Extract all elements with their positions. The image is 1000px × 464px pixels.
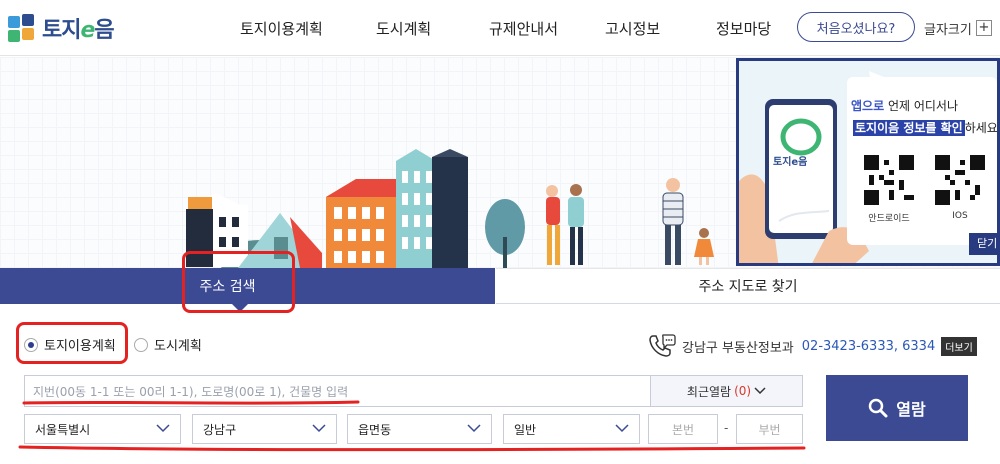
qr-android-icon[interactable] bbox=[864, 155, 914, 205]
open-button-label: 열람 bbox=[896, 400, 926, 419]
logo-mark-icon bbox=[8, 14, 36, 42]
recent-views-dropdown[interactable]: 최근열람 (0) bbox=[650, 375, 803, 407]
site-logo[interactable]: 토지e음 bbox=[8, 12, 115, 44]
app-promo-popup: 토지e음 앱으로 언제 어디서나 토지이음 정보를 확인 하세요 안드로이드 IO… bbox=[736, 58, 1000, 266]
select-land-type-value: 일반 bbox=[514, 422, 537, 437]
radio-checked-icon bbox=[24, 337, 38, 352]
select-sigungu[interactable]: 강남구 bbox=[192, 414, 337, 444]
chevron-down-icon bbox=[754, 387, 766, 395]
select-sido[interactable]: 서울특별시 bbox=[24, 414, 181, 444]
nav-urban-plan[interactable]: 도시계획 bbox=[376, 18, 431, 39]
chevron-down-icon bbox=[312, 424, 326, 433]
nav-land-use-plan[interactable]: 토지이용계획 bbox=[240, 18, 323, 39]
select-eupmyeondong[interactable]: 읍면동 bbox=[347, 414, 492, 444]
annotation-underline-selects bbox=[18, 445, 806, 452]
phone-app-logo: 토지e음 bbox=[773, 157, 808, 168]
more-button[interactable]: 더보기 bbox=[941, 336, 977, 356]
nav-notice-info[interactable]: 고시정보 bbox=[605, 18, 660, 39]
qr-android-label: 안드로이드 bbox=[868, 214, 910, 224]
font-size-label: 글자크기 bbox=[924, 23, 972, 38]
site-header: 토지e음 토지이용계획 도시계획 규제안내서 고시정보 정보마당 처음오셨나요?… bbox=[0, 0, 1000, 56]
tab-address-search[interactable]: 주소 검색 bbox=[0, 268, 495, 304]
promo-close-button[interactable]: 닫기 bbox=[969, 233, 997, 255]
chevron-down-icon bbox=[615, 424, 629, 433]
promo-line2: 토지이음 정보를 확인 하세요 bbox=[853, 120, 998, 136]
qr-ios-icon[interactable] bbox=[935, 155, 985, 205]
nav-regulation-guide[interactable]: 규제안내서 bbox=[489, 18, 558, 39]
office-phone: 02-3423-6333, 6334 bbox=[801, 338, 936, 354]
bubeon-input[interactable]: 부번 bbox=[736, 414, 803, 444]
tab-map-search[interactable]: 주소 지도로 찾기 bbox=[496, 268, 1000, 304]
select-land-type[interactable]: 일반 bbox=[503, 414, 640, 444]
radio-land-use-plan-label: 토지이용계획 bbox=[44, 339, 116, 354]
select-sigungu-value: 강남구 bbox=[203, 422, 237, 437]
font-size-plus-button[interactable]: + bbox=[976, 20, 992, 36]
chevron-down-icon bbox=[156, 424, 170, 433]
number-separator: - bbox=[724, 421, 729, 435]
select-eupmyeondong-value: 읍면동 bbox=[358, 422, 392, 437]
address-search-input[interactable]: 지번(00동 1-1 또는 00리 1-1), 도로명(00로 1), 건물명 … bbox=[24, 375, 651, 407]
promo-line1: 앱으로 언제 어디서나 bbox=[851, 99, 958, 113]
first-visit-button[interactable]: 처음오셨나요? bbox=[797, 12, 915, 42]
open-button[interactable]: 열람 bbox=[826, 375, 968, 441]
tab-pointer-icon bbox=[232, 304, 248, 312]
recent-views-label: 최근열람 bbox=[686, 384, 732, 399]
chevron-down-icon bbox=[467, 424, 481, 433]
radio-urban-plan[interactable]: 도시계획 bbox=[134, 335, 202, 354]
radio-land-use-plan[interactable]: 토지이용계획 bbox=[24, 335, 116, 354]
search-icon bbox=[869, 398, 888, 418]
qr-ios-label: IOS bbox=[952, 211, 968, 221]
radio-unchecked-icon bbox=[134, 337, 148, 352]
select-sido-value: 서울특별시 bbox=[35, 422, 91, 437]
contact-info: 강남구 부동산정보과 02-3423-6333, 6334 더보기 bbox=[648, 333, 977, 359]
logo-text: 토지e음 bbox=[42, 18, 115, 43]
bonbeon-input[interactable]: 본번 bbox=[648, 414, 718, 444]
city-illustration bbox=[186, 149, 714, 268]
office-name: 강남구 부동산정보과 bbox=[682, 340, 794, 356]
recent-views-count: (0) bbox=[734, 384, 752, 398]
radio-urban-plan-label: 도시계획 bbox=[154, 339, 202, 354]
phone-call-icon bbox=[649, 334, 676, 357]
nav-info-plaza[interactable]: 정보마당 bbox=[716, 18, 771, 39]
